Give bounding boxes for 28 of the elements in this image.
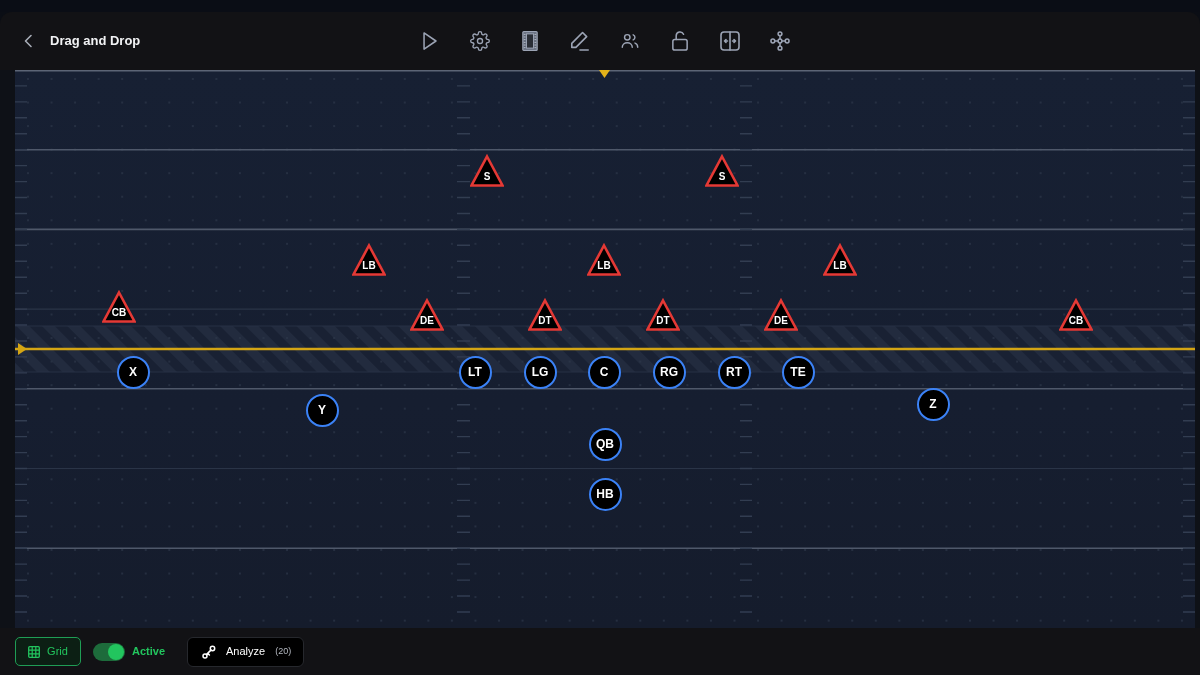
play-icon[interactable] xyxy=(420,31,440,51)
pencil-icon[interactable] xyxy=(570,31,590,51)
defender-marker[interactable]: DE xyxy=(764,298,798,331)
grid-icon xyxy=(28,645,41,658)
defender-marker[interactable]: CB xyxy=(102,290,136,323)
defender-marker[interactable]: CB xyxy=(1059,298,1093,331)
padlock-icon[interactable] xyxy=(670,31,690,51)
defender-marker[interactable]: S xyxy=(705,154,739,187)
analyze-button[interactable]: Analyze (20) xyxy=(187,636,305,667)
defender-marker[interactable]: LB xyxy=(352,243,386,276)
settings-icon[interactable] xyxy=(470,31,490,51)
users-icon[interactable] xyxy=(620,31,640,51)
defender-marker[interactable]: DT xyxy=(646,298,680,331)
defender-marker[interactable]: DT xyxy=(528,298,562,331)
defender-marker[interactable]: LB xyxy=(823,243,857,276)
connector-icon xyxy=(202,644,217,659)
back-icon[interactable] xyxy=(23,34,33,48)
grid-button[interactable]: Grid xyxy=(15,637,81,666)
defender-marker[interactable]: LB xyxy=(587,243,621,276)
defender-marker[interactable]: DE xyxy=(410,298,444,331)
toggle-label: Active xyxy=(132,644,166,660)
triangle-marker-icon xyxy=(599,70,610,78)
page-title: Drag and Drop xyxy=(50,32,141,51)
defender-marker[interactable]: S xyxy=(470,154,504,187)
film-strip-icon[interactable] xyxy=(520,31,540,51)
network-icon[interactable] xyxy=(770,31,790,51)
toggle-switch[interactable] xyxy=(93,642,125,661)
split-arrows-icon[interactable] xyxy=(720,31,740,51)
